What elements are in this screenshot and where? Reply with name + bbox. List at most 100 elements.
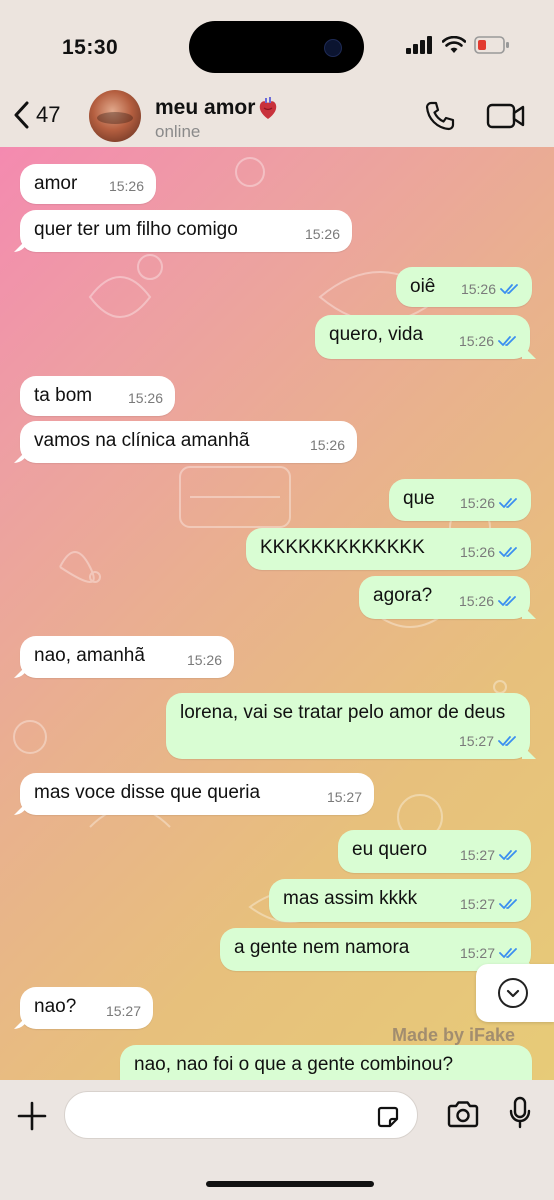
message-meta: 15:26 [459, 328, 518, 354]
chat-area[interactable]: amor 15:26 quer ter um filho comigo 15:2… [0, 147, 554, 1080]
camera-button[interactable] [446, 1100, 480, 1133]
contact-status: online [155, 122, 201, 141]
message-text: vamos na clínica amanhã [34, 430, 250, 451]
back-button[interactable]: 47 [12, 100, 60, 130]
message-meta: 15:26 [460, 539, 519, 565]
read-ticks-icon [499, 948, 517, 958]
avatar[interactable] [89, 90, 141, 142]
chevron-left-icon [14, 101, 29, 129]
message-time: 15:26 [459, 544, 495, 560]
read-ticks-icon [500, 284, 518, 294]
attach-button[interactable] [16, 1100, 48, 1137]
message-bubble-outgoing[interactable]: que 15:26 [389, 479, 531, 521]
message-time: 15:26 [304, 226, 340, 242]
voice-call-button[interactable] [424, 100, 456, 137]
message-meta: 15:26 [310, 432, 345, 458]
message-meta: 15:27 [459, 728, 518, 754]
message-meta: 15:26 [128, 385, 163, 411]
chat-header: 47 meu amor online [0, 90, 554, 147]
message-bubble-outgoing[interactable]: agora? 15:26 [359, 576, 530, 619]
message-time: 15:26 [309, 437, 345, 453]
message-bubble-incoming[interactable]: nao, amanhã 15:26 [20, 636, 234, 678]
anatomical-heart-icon [260, 97, 277, 119]
wifi-icon [442, 36, 466, 53]
read-ticks-icon [499, 850, 517, 860]
message-text: lorena, vai se tratar pelo amor de deus [180, 702, 506, 723]
message-text: agora? [373, 585, 433, 606]
sticker-button[interactable] [375, 1104, 401, 1135]
message-bubble-incoming[interactable]: ta bom 15:26 [20, 376, 175, 416]
message-time: 15:27 [459, 847, 495, 863]
message-time: 15:26 [459, 495, 495, 511]
watermark: Made by iFake [392, 1025, 516, 1045]
message-text: quero, vida [329, 324, 424, 345]
plus-icon [17, 1101, 47, 1131]
message-bubble-outgoing[interactable]: quero, vida 15:26 [315, 315, 530, 359]
message-meta: 15:27 [106, 998, 141, 1024]
message-meta: 15:26 [187, 647, 222, 673]
read-ticks-icon [498, 596, 516, 606]
read-ticks-icon [498, 736, 516, 746]
microphone-icon [509, 1096, 531, 1129]
message-time: 15:26 [458, 333, 494, 349]
phone-icon [425, 101, 455, 131]
message-time: 15:27 [458, 733, 494, 749]
sticker-icon [377, 1106, 399, 1128]
message-text: nao, amanhã [34, 645, 145, 666]
read-ticks-icon [499, 899, 517, 909]
message-meta: 15:26 [109, 173, 144, 199]
message-time: 15:26 [108, 178, 144, 194]
message-meta: 15:27 [460, 891, 519, 917]
message-bubble-outgoing[interactable]: lorena, vai se tratar pelo amor de deus … [166, 693, 530, 759]
status-icons [406, 36, 510, 54]
message-input[interactable] [81, 1104, 361, 1125]
microphone-button[interactable] [508, 1096, 532, 1135]
composer-bar [0, 1080, 554, 1200]
message-text: mas assim kkkk [283, 888, 418, 909]
unread-count: 47 [36, 102, 61, 127]
message-bubble-incoming[interactable]: vamos na clínica amanhã 15:26 [20, 421, 357, 463]
message-bubble-outgoing[interactable]: mas assim kkkk 15:27 [269, 879, 531, 922]
video-call-button[interactable] [486, 102, 526, 135]
read-ticks-icon [498, 336, 516, 346]
message-text: quer ter um filho comigo [34, 219, 238, 240]
message-meta: 15:26 [461, 276, 520, 302]
message-text: amor [34, 173, 78, 194]
message-text: nao? [34, 996, 77, 1017]
message-text: KKKKKKKKKKKKK [260, 537, 425, 558]
chevron-down-icon [498, 978, 528, 1008]
camera-icon [447, 1101, 479, 1128]
message-meta: 15:26 [460, 490, 519, 516]
message-bubble-outgoing[interactable]: nao, nao foi o que a gente combinou? [120, 1045, 532, 1080]
home-indicator[interactable] [206, 1181, 374, 1187]
message-time: 15:26 [460, 281, 496, 297]
message-meta: 15:27 [460, 842, 519, 868]
message-time: 15:27 [459, 945, 495, 961]
message-meta: 15:27 [460, 940, 519, 966]
message-bubble-incoming[interactable]: amor 15:26 [20, 164, 156, 204]
contact-name[interactable]: meu amor [155, 96, 278, 120]
message-bubble-outgoing[interactable]: oiê 15:26 [396, 267, 532, 307]
message-time: 15:26 [127, 390, 163, 406]
message-meta: 15:26 [305, 221, 340, 247]
message-bubble-outgoing[interactable]: KKKKKKKKKKKKK 15:26 [246, 528, 531, 570]
message-time: 15:26 [186, 652, 222, 668]
message-input-container[interactable] [64, 1091, 418, 1139]
contact-name-text: meu amor [155, 96, 256, 119]
message-bubble-incoming[interactable]: mas voce disse que queria 15:27 [20, 773, 374, 815]
dynamic-island [189, 21, 364, 73]
read-ticks-icon [499, 498, 517, 508]
message-bubble-incoming[interactable]: quer ter um filho comigo 15:26 [20, 210, 352, 252]
message-bubble-incoming[interactable]: nao? 15:27 [20, 987, 153, 1029]
scroll-to-bottom-button[interactable] [476, 964, 554, 1022]
read-ticks-icon [499, 547, 517, 557]
message-bubble-outgoing[interactable]: eu quero 15:27 [338, 830, 531, 873]
message-text: a gente nem namora [234, 937, 410, 958]
message-text: nao, nao foi o que a gente combinou? [134, 1054, 454, 1075]
battery-icon [474, 36, 509, 54]
video-camera-icon [486, 103, 525, 129]
status-bar: 15:30 [0, 0, 554, 90]
message-text: mas voce disse que queria [34, 782, 261, 803]
message-text: eu quero [352, 839, 428, 860]
message-time: 15:27 [326, 789, 362, 805]
